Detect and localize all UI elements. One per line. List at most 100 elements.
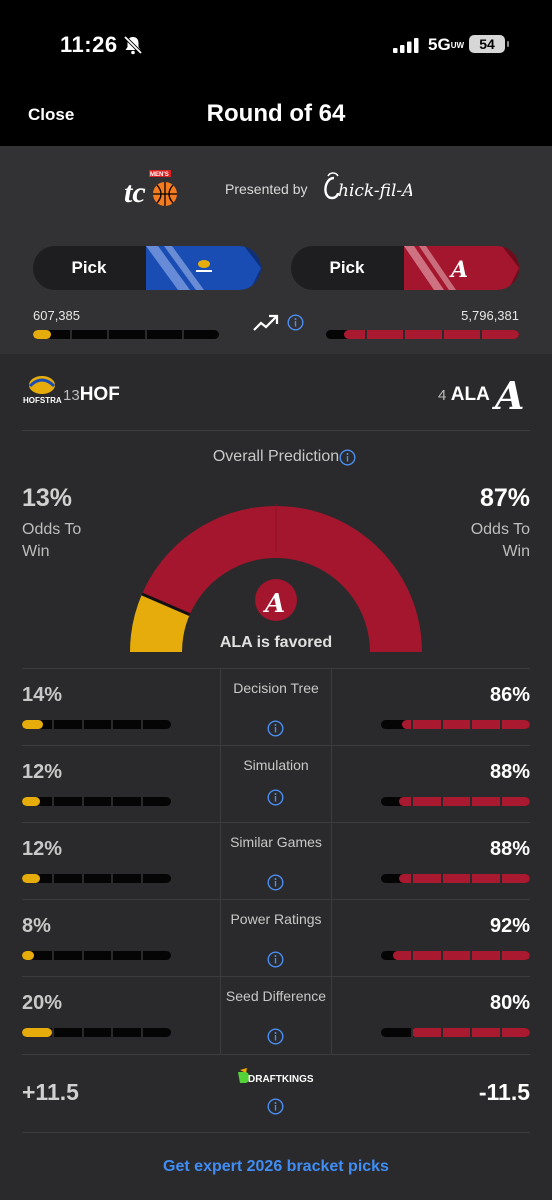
bar-segment-divider [500,797,503,806]
model-bar-alabama [381,874,530,883]
bar-fill [398,797,530,806]
bar-segment-divider [440,797,443,806]
info-icon[interactable] [267,1098,284,1115]
bar-segment-divider [51,951,54,960]
model-bar-hofstra [22,1028,171,1037]
chick-fil-a-logo: hick-fil-A [324,172,412,201]
pick-count-alabama: 5,796,381 [461,308,519,323]
team-abbr: HOF [79,384,120,405]
bar-segment-divider [141,797,144,806]
model-name: Similar Games [230,834,322,850]
pick-label: Pick [329,258,365,277]
spread-hofstra: +11.5 [22,1079,79,1105]
odds-label-right: Odds To Win [471,519,530,563]
info-icon[interactable] [267,1028,284,1045]
bar-fill [22,874,40,883]
model-name: Decision Tree [233,680,319,696]
prediction-gauge: A [130,504,423,652]
bar-segment-divider [107,330,110,339]
bar-segment-divider [470,874,473,883]
model-row: 12% Similar Games 88% [0,822,552,899]
network-type: 5G [428,35,451,54]
model-bar-alabama [381,797,530,806]
model-pct-alabama: 88% [489,838,530,860]
bar-segment-divider [70,330,73,339]
model-pct-hofstra: 20% [22,992,63,1014]
bar-segment-divider [81,1028,84,1037]
model-pct-hofstra: 14% [22,684,63,706]
spread-row: +11.5 DRAFTKINGS -11.5 [0,1054,552,1131]
team-seed: 13 [63,387,80,404]
tc-logo: tc MEN'S [124,170,177,209]
bar-segment-divider [144,330,147,339]
bar-fill [344,330,519,339]
bar-fill [398,874,530,883]
bar-segment-divider [410,951,413,960]
bar-segment-divider [470,951,473,960]
bar-segment-divider [500,951,503,960]
bar-segment-divider [111,797,114,806]
pick-hofstra-button[interactable]: Pick [33,246,261,290]
odds-label-left: Odds To Win [22,519,81,563]
model-bar-hofstra [22,797,171,806]
expert-picks-link[interactable]: Get expert 2026 bracket picks [0,1158,552,1176]
bell-slash-icon [123,35,143,55]
bar-segment-divider [111,874,114,883]
bar-segment-divider [440,720,443,729]
divider [22,1132,530,1133]
bar-segment-divider [440,1028,443,1037]
model-pct-hofstra: 12% [22,761,63,783]
bar-segment-divider [141,951,144,960]
page-title: Round of 64 [206,100,346,127]
bar-segment-divider [470,797,473,806]
pick-label: Pick [71,258,107,277]
network-label: 5GUW [428,35,464,55]
draftkings-logo: DRAFTKINGS [238,1068,314,1085]
model-pct-hofstra: 12% [22,838,63,860]
svg-text:A: A [492,374,524,414]
favored-text: ALA is favored [219,634,333,651]
pick-alabama-button[interactable]: Pick A [291,246,519,290]
info-icon[interactable] [267,789,284,806]
model-pct-alabama: 86% [489,684,530,706]
model-bar-hofstra [22,874,171,883]
top-bar: 11:26 5GUW 54 Close Round of 64 [0,0,552,146]
alabama-pick-logo: A [404,246,519,290]
odds-label-line2: Win [22,543,50,560]
model-pct-alabama: 80% [489,992,530,1014]
info-icon[interactable] [267,951,284,968]
info-icon[interactable] [267,874,284,891]
bar-segment-divider [51,720,54,729]
odds-label-line1: Odds To [470,521,530,538]
info-icon[interactable] [339,449,356,466]
info-icon[interactable] [287,314,304,331]
bar-segment-divider [111,1028,114,1037]
svg-text:HOFSTRA: HOFSTRA [23,396,62,405]
status-time: 11:26 [60,32,118,57]
bar-segment-divider [364,330,367,339]
pick-bar-alabama [326,330,519,339]
bar-segment-divider [470,720,473,729]
bar-segment-divider [410,720,413,729]
team-seed: 4 [438,387,447,404]
bar-segment-divider [441,330,444,339]
alabama-logo: A [492,374,524,414]
bar-segment-divider [410,797,413,806]
bar-segment-divider [81,951,84,960]
svg-text:MEN'S: MEN'S [150,172,169,178]
bar-segment-divider [410,874,413,883]
model-bar-alabama [381,720,530,729]
odds-label-line1: Odds To [22,521,82,538]
bar-fill [22,951,34,960]
model-pct-hofstra: 8% [22,915,51,937]
bar-segment-divider [403,330,406,339]
bar-segment-divider [141,874,144,883]
team-abbr: ALA [450,384,490,405]
bar-fill [22,797,40,806]
bar-fill [33,330,51,339]
sportsbook-name: DRAFTKINGS [248,1074,314,1085]
bar-segment-divider [81,874,84,883]
model-pct-alabama: 92% [489,915,530,937]
pick-bar-hofstra [33,330,219,339]
info-icon[interactable] [267,720,284,737]
